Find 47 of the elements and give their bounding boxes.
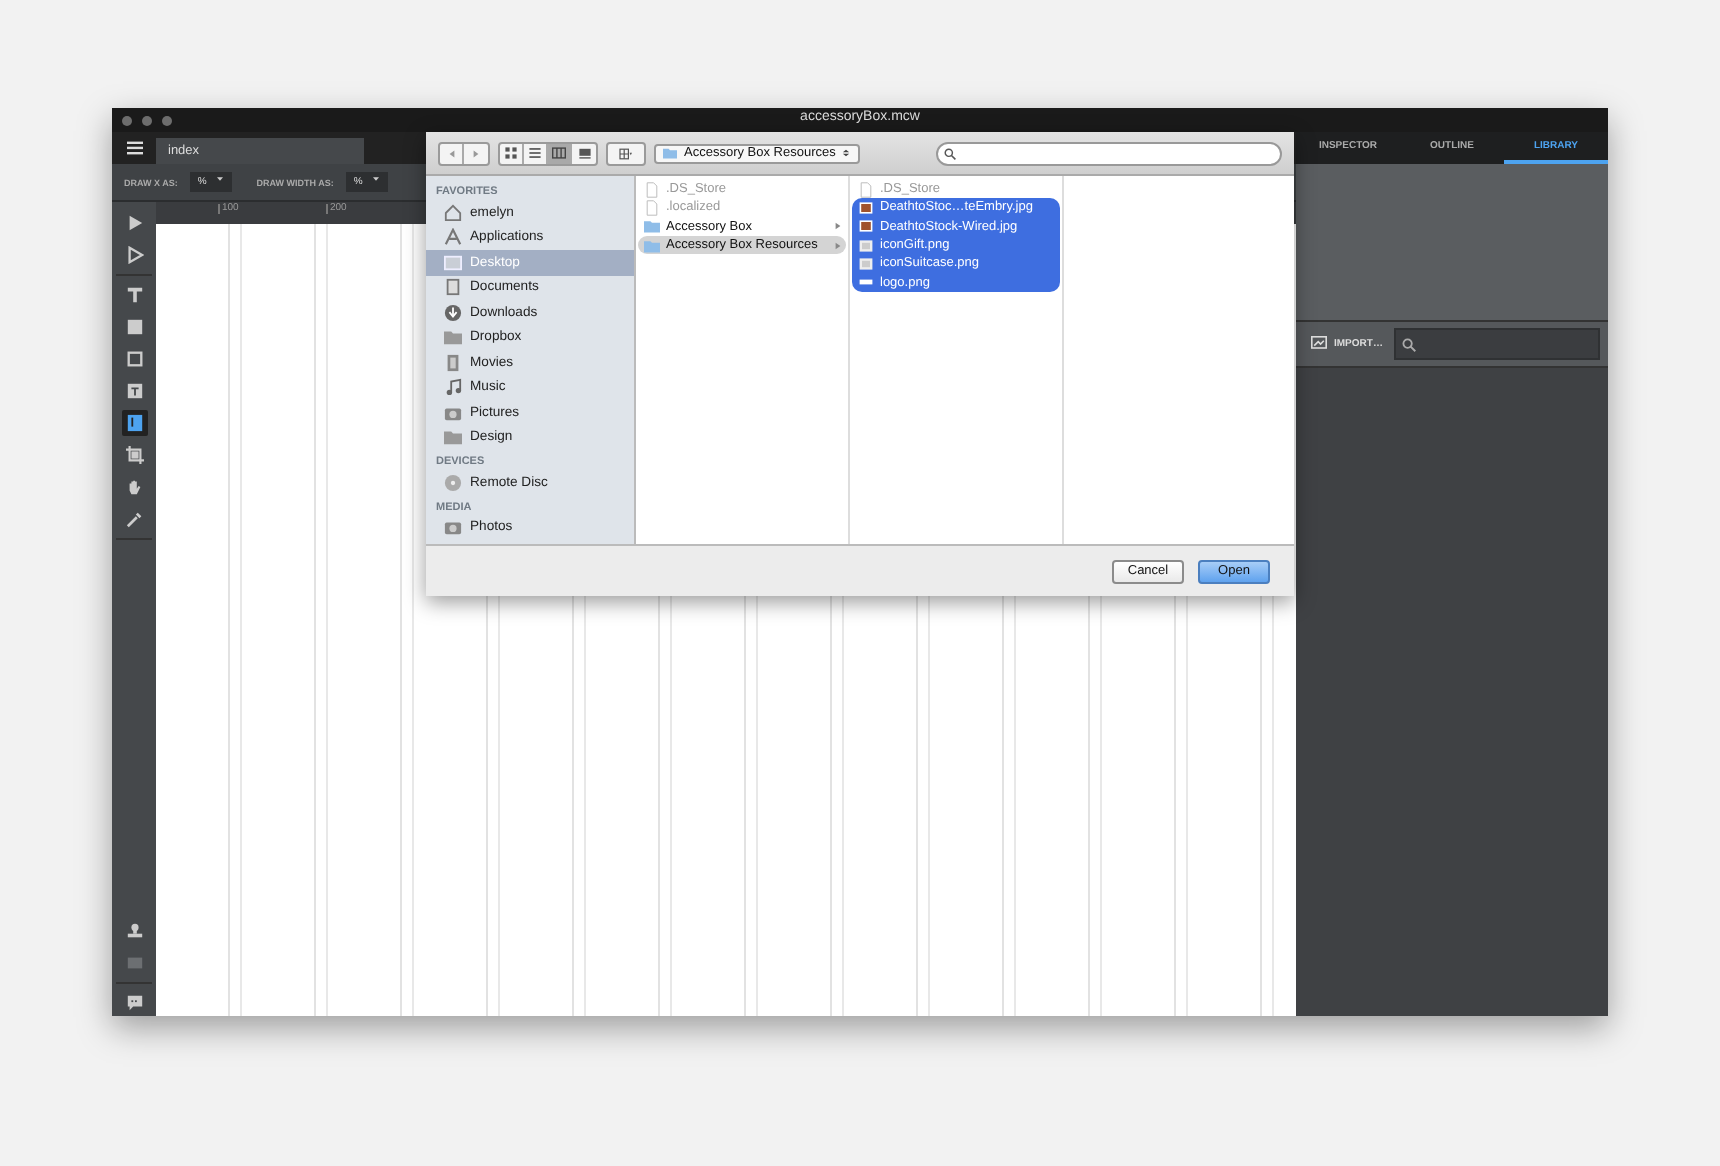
disclosure-arrow-icon	[834, 241, 842, 250]
image-tool-icon	[125, 414, 143, 432]
music-note-icon	[444, 378, 462, 397]
forward-arrow-icon	[470, 147, 482, 159]
camera-icon	[444, 518, 462, 537]
search-icon	[944, 147, 956, 159]
search-icon	[1402, 337, 1417, 351]
grid-caret-icon	[614, 147, 638, 159]
search-field[interactable]	[936, 141, 1282, 165]
icon-view-icon	[504, 146, 518, 160]
pointer-icon	[125, 214, 143, 232]
file-icon	[858, 181, 874, 198]
view-button[interactable]	[500, 143, 524, 163]
download-icon	[444, 303, 462, 322]
back-arrow-icon	[445, 147, 457, 159]
hand-icon	[125, 478, 143, 496]
camera-icon	[444, 403, 462, 422]
text-icon	[125, 286, 143, 304]
speech-bubble-icon[interactable]	[125, 994, 143, 1012]
list-view-icon	[528, 146, 542, 160]
square-icon	[125, 318, 143, 336]
document-icon	[444, 278, 462, 297]
caret-icon	[372, 176, 381, 182]
pointer-outline-icon	[125, 246, 143, 264]
film-icon	[444, 353, 462, 372]
caret-icon	[216, 176, 225, 182]
crop-icon	[125, 446, 143, 464]
tool-button[interactable]	[121, 410, 147, 436]
menu-icon[interactable]	[125, 140, 143, 156]
folder-icon	[662, 146, 678, 160]
text-box-icon	[125, 382, 143, 400]
view-button[interactable]	[548, 143, 572, 163]
stamp-icon[interactable]	[125, 922, 143, 940]
desktop-icon	[444, 253, 462, 272]
cover-flow-icon	[577, 146, 591, 160]
eyedropper-icon	[125, 510, 143, 528]
house-icon	[444, 203, 462, 222]
disclosure-arrow-icon	[834, 222, 842, 231]
folder-icon	[444, 428, 462, 447]
column-view-icon	[552, 146, 566, 160]
stepper-icon	[841, 146, 850, 160]
search-field[interactable]	[1394, 328, 1600, 360]
app-icon	[444, 228, 462, 247]
tool-button[interactable]	[121, 442, 147, 468]
folder-icon	[444, 328, 462, 347]
frame-icon	[125, 350, 143, 368]
disc-icon	[444, 473, 462, 492]
